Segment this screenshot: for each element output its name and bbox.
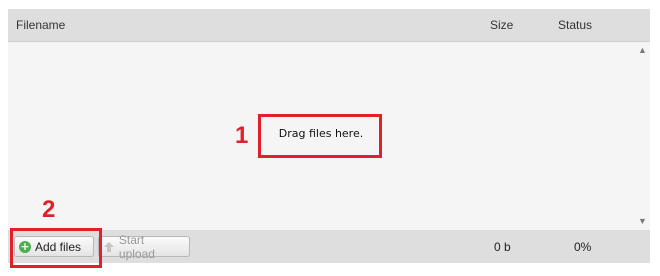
size-column-header: Size	[490, 18, 514, 32]
scroll-down-icon[interactable]: ▼	[638, 217, 647, 226]
filename-column-header: Filename	[16, 18, 66, 32]
annotation-number-2: 2	[42, 196, 56, 223]
total-status: 0%	[574, 240, 592, 254]
scrollbar[interactable]: ▲ ▼	[634, 42, 650, 230]
upload-arrow-icon	[103, 241, 114, 252]
annotation-number-1: 1	[235, 122, 249, 149]
annotation-box-2	[10, 228, 102, 268]
file-list-header: Filename Size Status	[8, 9, 650, 42]
status-column-header: Status	[558, 18, 593, 32]
annotation-box-1	[258, 114, 382, 158]
total-size: 0 b	[494, 240, 511, 254]
start-upload-button[interactable]: Start upload	[98, 233, 190, 261]
start-upload-label: Start upload	[118, 232, 155, 261]
scroll-up-icon[interactable]: ▲	[638, 46, 647, 55]
file-list-footer: + Add files Start upload 0 b 0%	[8, 230, 650, 263]
